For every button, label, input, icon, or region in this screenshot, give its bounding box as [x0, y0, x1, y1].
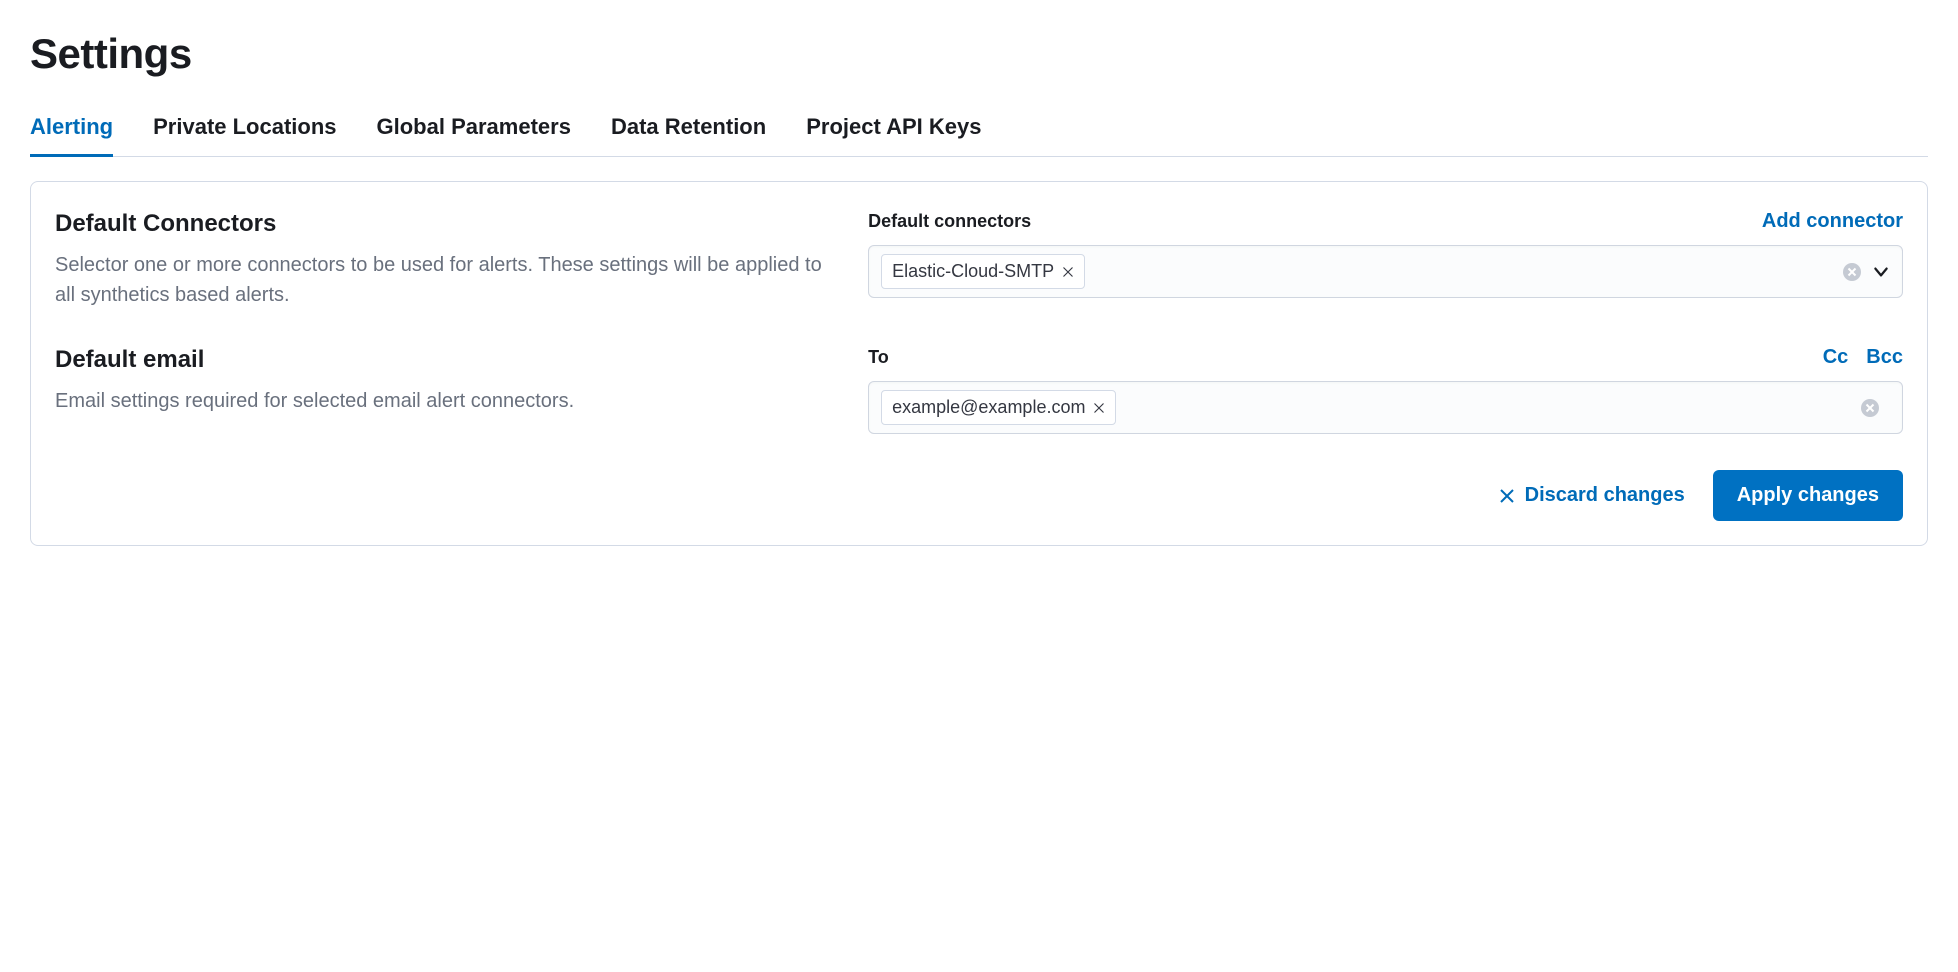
connector-pill: Elastic-Cloud-SMTP	[881, 254, 1085, 289]
tabs: Alerting Private Locations Global Parame…	[30, 114, 1928, 157]
page-title: Settings	[30, 30, 1928, 78]
remove-email-icon[interactable]	[1093, 402, 1105, 414]
section-desc-email: Email settings required for selected ema…	[55, 386, 838, 416]
tab-project-api-keys[interactable]: Project API Keys	[806, 114, 981, 157]
apply-changes-button[interactable]: Apply changes	[1713, 470, 1903, 521]
discard-label: Discard changes	[1525, 484, 1685, 507]
chevron-down-icon[interactable]	[1872, 263, 1890, 281]
clear-email-icon[interactable]	[1860, 398, 1880, 418]
email-pill-label: example@example.com	[892, 397, 1085, 418]
tab-global-parameters[interactable]: Global Parameters	[377, 114, 571, 157]
tab-alerting[interactable]: Alerting	[30, 114, 113, 157]
section-title-connectors: Default Connectors	[55, 210, 838, 238]
connectors-combo-box[interactable]: Elastic-Cloud-SMTP	[868, 245, 1903, 298]
email-to-combo-box[interactable]: example@example.com	[868, 381, 1903, 434]
field-label-to: To	[868, 347, 889, 368]
discard-changes-button[interactable]: Discard changes	[1499, 484, 1685, 507]
tab-data-retention[interactable]: Data Retention	[611, 114, 766, 157]
email-pill: example@example.com	[881, 390, 1116, 425]
section-default-connectors: Default Connectors Selector one or more …	[55, 210, 1903, 310]
field-label-connectors: Default connectors	[868, 211, 1031, 232]
cc-link[interactable]: Cc	[1823, 346, 1849, 369]
section-default-email: Default email Email settings required fo…	[55, 346, 1903, 434]
add-connector-link[interactable]: Add connector	[1762, 210, 1903, 233]
section-title-email: Default email	[55, 346, 838, 374]
connector-pill-label: Elastic-Cloud-SMTP	[892, 261, 1054, 282]
clear-connectors-icon[interactable]	[1842, 262, 1862, 282]
panel-footer: Discard changes Apply changes	[55, 470, 1903, 521]
tab-private-locations[interactable]: Private Locations	[153, 114, 336, 157]
section-desc-connectors: Selector one or more connectors to be us…	[55, 250, 838, 310]
close-icon	[1499, 488, 1515, 504]
remove-connector-icon[interactable]	[1062, 266, 1074, 278]
bcc-link[interactable]: Bcc	[1866, 346, 1903, 369]
settings-panel: Default Connectors Selector one or more …	[30, 181, 1928, 546]
